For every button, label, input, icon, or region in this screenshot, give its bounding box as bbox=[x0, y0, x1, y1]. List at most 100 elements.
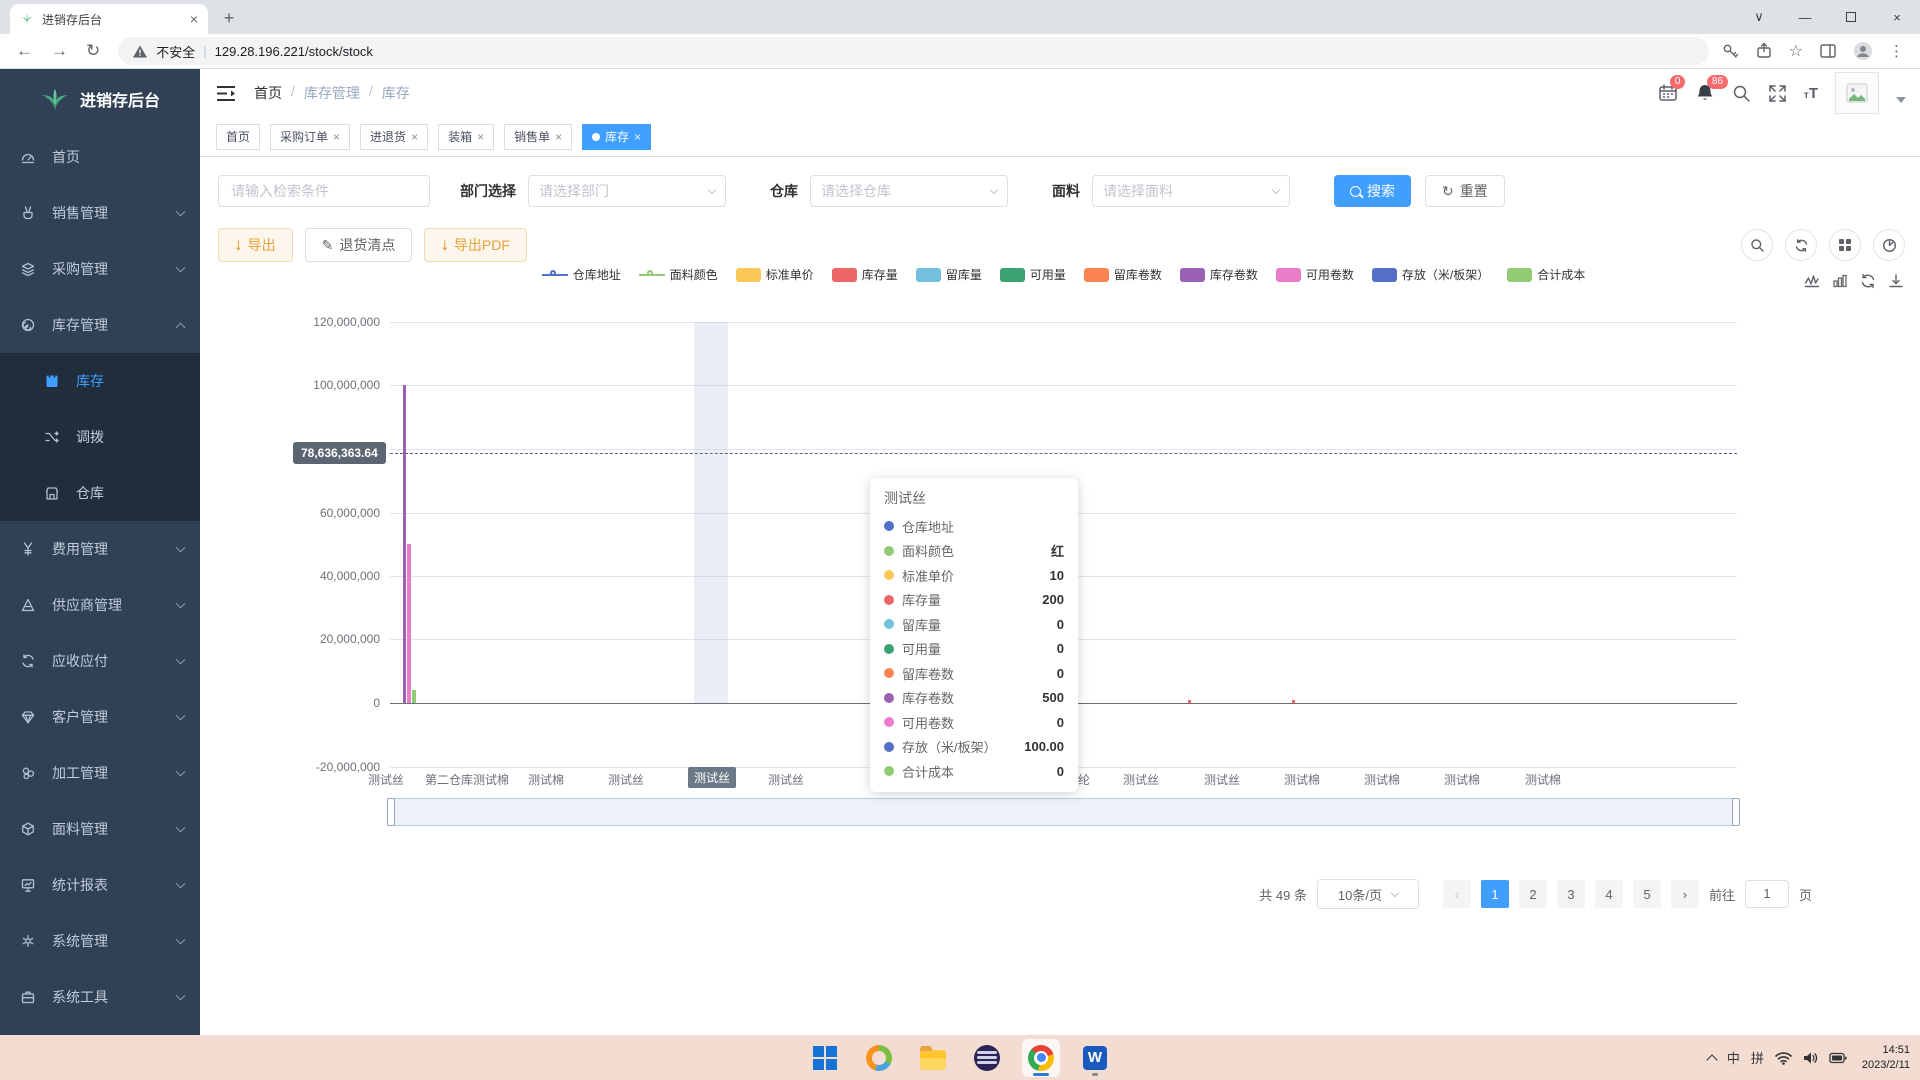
bar-stock-qty[interactable] bbox=[1292, 700, 1295, 703]
volume-icon[interactable] bbox=[1803, 1051, 1818, 1065]
sidebar-item-transfer[interactable]: 调拨 bbox=[0, 409, 200, 465]
page-button-2[interactable]: 2 bbox=[1519, 880, 1547, 908]
eclipse-icon[interactable] bbox=[968, 1039, 1006, 1077]
goto-page-input[interactable]: 1 bbox=[1745, 880, 1789, 908]
datazoom-left-handle[interactable] bbox=[387, 798, 395, 826]
forward-icon[interactable]: → bbox=[51, 41, 68, 61]
keyword-search-input[interactable]: 请输入检索条件 bbox=[218, 175, 430, 207]
close-icon[interactable]: × bbox=[333, 130, 340, 144]
battery-icon[interactable] bbox=[1829, 1052, 1847, 1064]
clock[interactable]: 14:51 2023/2/11 bbox=[1862, 1043, 1910, 1073]
legend-storage[interactable]: 存放（米/板架） bbox=[1372, 266, 1489, 283]
side-panel-icon[interactable] bbox=[1819, 42, 1837, 60]
datazoom-slider[interactable] bbox=[390, 798, 1737, 826]
grid-view-button[interactable] bbox=[1829, 229, 1861, 261]
export-pdf-button[interactable]: ⭣导出PDF bbox=[424, 228, 527, 262]
export-button[interactable]: ⭣导出 bbox=[218, 228, 293, 262]
legend-reserved-qty[interactable]: 留库量 bbox=[916, 266, 982, 283]
ime-chinese-indicator[interactable]: 中 bbox=[1727, 1048, 1740, 1067]
bar-chart-icon[interactable] bbox=[1832, 273, 1848, 289]
line-chart-icon[interactable] bbox=[1804, 273, 1820, 289]
bookmark-star-icon[interactable]: ☆ bbox=[1789, 41, 1803, 61]
new-tab-button[interactable]: + bbox=[216, 5, 242, 31]
reload-icon[interactable]: ↻ bbox=[86, 41, 100, 61]
tag-sales-order[interactable]: 销售单× bbox=[504, 124, 572, 150]
wifi-icon[interactable] bbox=[1775, 1051, 1792, 1065]
close-icon[interactable]: × bbox=[411, 130, 418, 144]
return-check-button[interactable]: ✎退货清点 bbox=[305, 228, 413, 262]
legend-standard-price[interactable]: 标准单价 bbox=[736, 266, 814, 283]
sidebar-item-supplier[interactable]: 供应商管理 bbox=[0, 577, 200, 633]
tab-search-icon[interactable]: ∨ bbox=[1736, 9, 1782, 25]
fabric-select[interactable]: 请选择面料 bbox=[1092, 175, 1290, 207]
minimize-button[interactable]: — bbox=[1782, 10, 1828, 25]
tag-packing[interactable]: 装箱× bbox=[438, 124, 494, 150]
navicat-icon[interactable] bbox=[860, 1039, 898, 1077]
file-explorer-icon[interactable] bbox=[914, 1039, 952, 1077]
department-select[interactable]: 请选择部门 bbox=[528, 175, 726, 207]
legend-fabric-color[interactable]: 面料颜色 bbox=[639, 266, 718, 283]
next-page-button[interactable]: › bbox=[1671, 880, 1699, 908]
user-menu-caret-icon[interactable] bbox=[1896, 97, 1906, 103]
tag-home[interactable]: 首页 bbox=[216, 124, 260, 150]
ime-pinyin-indicator[interactable]: 拼 bbox=[1751, 1048, 1764, 1067]
maximize-button[interactable] bbox=[1828, 10, 1874, 25]
close-button[interactable]: × bbox=[1874, 10, 1920, 25]
warehouse-select[interactable]: 请选择仓库 bbox=[810, 175, 1008, 207]
sidebar-item-tools[interactable]: 系统工具 bbox=[0, 969, 200, 1025]
collapse-sidebar-icon[interactable] bbox=[216, 85, 236, 102]
pie-chart-button[interactable] bbox=[1873, 229, 1905, 261]
calendar-icon[interactable]: 0 bbox=[1658, 83, 1678, 103]
sidebar-item-stock[interactable]: 库存 bbox=[0, 353, 200, 409]
breadcrumb-home[interactable]: 首页 bbox=[254, 83, 282, 103]
search-icon[interactable] bbox=[1732, 84, 1751, 103]
bell-icon[interactable]: 86 bbox=[1695, 83, 1715, 103]
bar-available-rolls[interactable] bbox=[407, 544, 411, 703]
sidebar-item-sales[interactable]: 销售管理 bbox=[0, 185, 200, 241]
tray-expand-icon[interactable] bbox=[1706, 1054, 1717, 1065]
sidebar-item-reports[interactable]: 统计报表 bbox=[0, 857, 200, 913]
sidebar-item-receivable[interactable]: 应收应付 bbox=[0, 633, 200, 689]
close-icon[interactable]: × bbox=[477, 130, 484, 144]
legend-stock-rolls[interactable]: 库存卷数 bbox=[1180, 266, 1258, 283]
sidebar-item-home[interactable]: 首页 bbox=[0, 129, 200, 185]
legend-available-qty[interactable]: 可用量 bbox=[1000, 266, 1066, 283]
legend-warehouse-address[interactable]: 仓库地址 bbox=[542, 266, 621, 283]
refresh-circle-button[interactable] bbox=[1785, 229, 1817, 261]
sidebar-item-purchase[interactable]: 采购管理 bbox=[0, 241, 200, 297]
page-size-select[interactable]: 10条/页 bbox=[1317, 879, 1419, 909]
profile-icon[interactable] bbox=[1853, 41, 1873, 61]
avatar[interactable] bbox=[1835, 72, 1879, 114]
sidebar-item-system[interactable]: 系统管理 bbox=[0, 913, 200, 969]
chrome-icon[interactable] bbox=[1022, 1039, 1060, 1077]
prev-page-button[interactable]: ‹ bbox=[1443, 880, 1471, 908]
search-button[interactable]: 搜索 bbox=[1334, 175, 1411, 207]
fullscreen-icon[interactable] bbox=[1768, 84, 1787, 103]
browser-tab[interactable]: 进销存后台 × bbox=[10, 4, 208, 34]
close-icon[interactable]: × bbox=[634, 130, 641, 144]
page-button-5[interactable]: 5 bbox=[1633, 880, 1661, 908]
sidebar-item-processing[interactable]: 加工管理 bbox=[0, 745, 200, 801]
tab-close-icon[interactable]: × bbox=[190, 11, 198, 27]
page-button-1[interactable]: 1 bbox=[1481, 880, 1509, 908]
font-size-icon[interactable]: тT bbox=[1804, 85, 1818, 102]
close-icon[interactable]: × bbox=[555, 130, 562, 144]
sidebar-item-fabric[interactable]: 面料管理 bbox=[0, 801, 200, 857]
sidebar-item-inventory[interactable]: 库存管理 bbox=[0, 297, 200, 353]
address-bar[interactable]: 不安全 | 129.28.196.221/stock/stock bbox=[118, 37, 1708, 65]
sidebar-item-warehouse[interactable]: 仓库 bbox=[0, 465, 200, 521]
page-button-3[interactable]: 3 bbox=[1557, 880, 1585, 908]
breadcrumb-inventory[interactable]: 库存管理 bbox=[304, 83, 360, 103]
tag-stock-active[interactable]: 库存× bbox=[582, 124, 651, 150]
search-circle-button[interactable] bbox=[1741, 229, 1773, 261]
legend-total-cost[interactable]: 合计成本 bbox=[1507, 266, 1585, 283]
menu-dots-icon[interactable]: ⋮ bbox=[1889, 42, 1904, 60]
bar-stock-qty[interactable] bbox=[1188, 700, 1191, 703]
legend-stock-qty[interactable]: 库存量 bbox=[832, 266, 898, 283]
reset-button[interactable]: ↻重置 bbox=[1425, 175, 1505, 207]
sidebar-item-expense[interactable]: 费用管理 bbox=[0, 521, 200, 577]
tag-returns[interactable]: 进退货× bbox=[360, 124, 428, 150]
back-icon[interactable]: ← bbox=[16, 41, 33, 61]
save-image-icon[interactable] bbox=[1888, 273, 1904, 289]
share-icon[interactable] bbox=[1755, 42, 1773, 60]
